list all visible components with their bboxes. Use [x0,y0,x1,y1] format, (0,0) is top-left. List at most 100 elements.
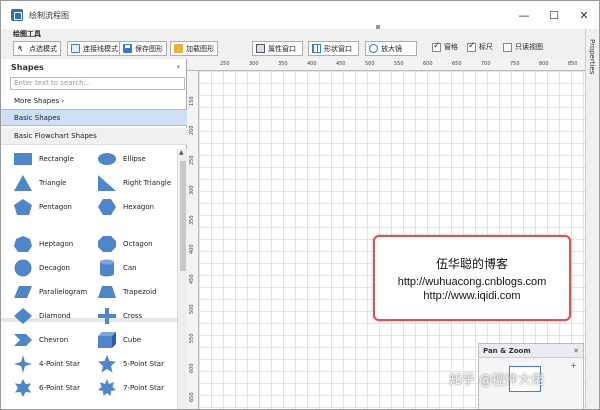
ruler-tick-label: 600 [189,363,195,373]
shapes-panel: Shapes ‹ Enter text to search... More Sh… [1,59,187,409]
hexagon-icon [97,198,117,216]
maximize-button[interactable]: ☐ [539,1,569,29]
category-basic-shapes[interactable]: Basic Shapes [1,109,187,126]
shape-search-input[interactable]: Enter text to search... [10,77,185,90]
scrollbar-thumb[interactable] [180,161,186,271]
connector-icon [71,44,80,53]
cross-icon [97,307,117,325]
more-shapes-link[interactable]: More Shapes › [1,93,187,109]
pane-checkbox[interactable]: 窗格 [432,41,458,52]
shape-cross[interactable]: Cross [85,306,171,326]
ruler-tick-label: 650 [189,392,195,402]
ruler-tick-label: 500 [365,61,375,67]
shape-hexagon[interactable]: Hexagon [85,197,171,217]
cube-icon [97,331,117,349]
minimize-button[interactable]: — [509,1,539,29]
blog-url-cnblogs: http://wuhuacong.cnblogs.com [397,275,547,288]
ruler-tick-label: 800 [539,61,549,67]
shapes-panel-title: Shapes [11,62,44,72]
zoom-in-icon[interactable]: + [570,361,577,370]
ruler-tick-label: 850 [568,61,578,67]
diamond-icon [13,307,33,325]
left-ruler: 150 200 250 300 350 400 450 500 550 600 … [187,71,199,409]
shape-chevron[interactable]: Chevron [1,330,87,350]
ruler-tick-label: 550 [189,333,195,343]
shape-cube[interactable]: Cube [85,330,171,350]
ruler-tick-label: 600 [423,61,433,67]
ruler-tick-label: 450 [336,61,346,67]
ruler-tick-label: 400 [189,244,195,254]
shapes-window-button[interactable]: 形状窗口 [308,41,359,56]
shape-six-point-star[interactable]: 6-Point Star [1,378,87,398]
rectangle-icon [13,150,33,168]
shape-right-triangle[interactable]: Right Triangle [85,173,171,193]
shape-parallelogram[interactable]: Parallelogram [1,282,87,302]
pan-zoom-header: Pan & Zoom ✕ [479,344,583,358]
shapes-panel-header: Shapes ‹ [1,59,186,75]
scroll-up-icon[interactable]: ▲ [179,149,184,156]
category-basic-flowchart-shapes[interactable]: Basic Flowchart Shapes [1,128,187,145]
shape-ellipse[interactable]: Ellipse [85,149,171,169]
ruler-tick-label: 350 [278,61,288,67]
ruler-tick-label: 250 [189,155,195,165]
collapse-panel-icon[interactable]: ‹ [177,62,180,71]
pointer-mode-button[interactable]: 点选模式 [13,41,61,56]
parallelogram-icon [13,283,33,301]
watermark: 知乎 @控件大佬 [449,373,545,388]
can-icon [97,259,117,277]
shape-can[interactable]: Can [85,258,171,278]
shape-gallery: Rectangle Ellipse Triangle Right Triangl… [1,149,177,409]
triangle-icon [13,174,33,192]
magnifier-icon [369,44,378,53]
shape-heptagon[interactable]: Heptagon [1,234,87,254]
readonly-check-icon [503,42,512,52]
pan-zoom-title: Pan & Zoom [483,347,531,355]
ruler-tick-label: 300 [189,185,195,195]
ruler-checkbox[interactable]: 标尺 [467,41,493,52]
shape-four-point-star[interactable]: 4-Point Star [1,354,87,374]
octagon-icon [97,235,117,253]
ruler-tick-label: 700 [481,61,491,67]
shape-trapezoid[interactable]: Trapezoid [85,282,171,302]
blog-name: 伍华聪的博客 [435,256,508,271]
gallery-scrollbar[interactable]: ▲ [177,149,187,409]
shape-decagon[interactable]: Decagon [1,258,87,278]
shape-triangle[interactable]: Triangle [1,173,87,193]
toolbar-heading: 绘图工具 [13,30,41,38]
shape-five-point-star[interactable]: 5-Point Star [85,354,171,374]
pentagon-icon [13,198,33,216]
ruler-tick-label: 550 [394,61,404,67]
properties-window-button[interactable]: 属性窗口 [252,41,303,56]
pan-zoom-close-icon[interactable]: ✕ [573,344,579,358]
magnifier-button[interactable]: 放大镜 [365,41,417,56]
close-button[interactable]: ✕ [569,1,599,29]
pane-check-icon [432,41,441,52]
shape-rectangle[interactable]: Rectangle [1,149,87,169]
ruler-tick-label: 450 [189,274,195,284]
shape-octagon[interactable]: Octagon [85,234,171,254]
window-title: 绘制流程图 [29,10,69,20]
right-triangle-icon [97,174,117,192]
folder-icon [174,44,183,53]
connector-mode-button[interactable]: 连接线模式 [67,41,122,56]
save-shapes-button[interactable]: 保存图形 [119,41,167,56]
shape-pentagon[interactable]: Pentagon [1,197,87,217]
blog-url-iqidi: http://www.iqidi.com [423,289,521,302]
readonly-view-checkbox[interactable]: 只读视图 [503,42,543,52]
seven-point-star-icon [97,379,117,397]
ruler-tick-label: 200 [189,125,195,135]
load-shapes-button[interactable]: 加载图形 [170,41,218,56]
decagon-icon [13,259,33,277]
shape-seven-point-star[interactable]: 7-Point Star [85,378,171,398]
ruler-tick-label: 150 [189,96,195,106]
pointer-icon [17,44,26,53]
ruler-check-icon [467,41,476,52]
app-window: 绘制流程图 — ☐ ✕ Properties 绘图工具 点选模式 连接线模式 保… [0,0,600,410]
four-point-star-icon [13,355,33,373]
ruler-tick-label: 650 [452,61,462,67]
ruler-tick-label: 350 [189,215,195,225]
properties-tab-label: Properties [588,39,596,75]
properties-side-tab[interactable]: Properties [585,29,599,409]
ellipse-icon [97,150,117,168]
shape-diamond[interactable]: Diamond [1,306,87,326]
